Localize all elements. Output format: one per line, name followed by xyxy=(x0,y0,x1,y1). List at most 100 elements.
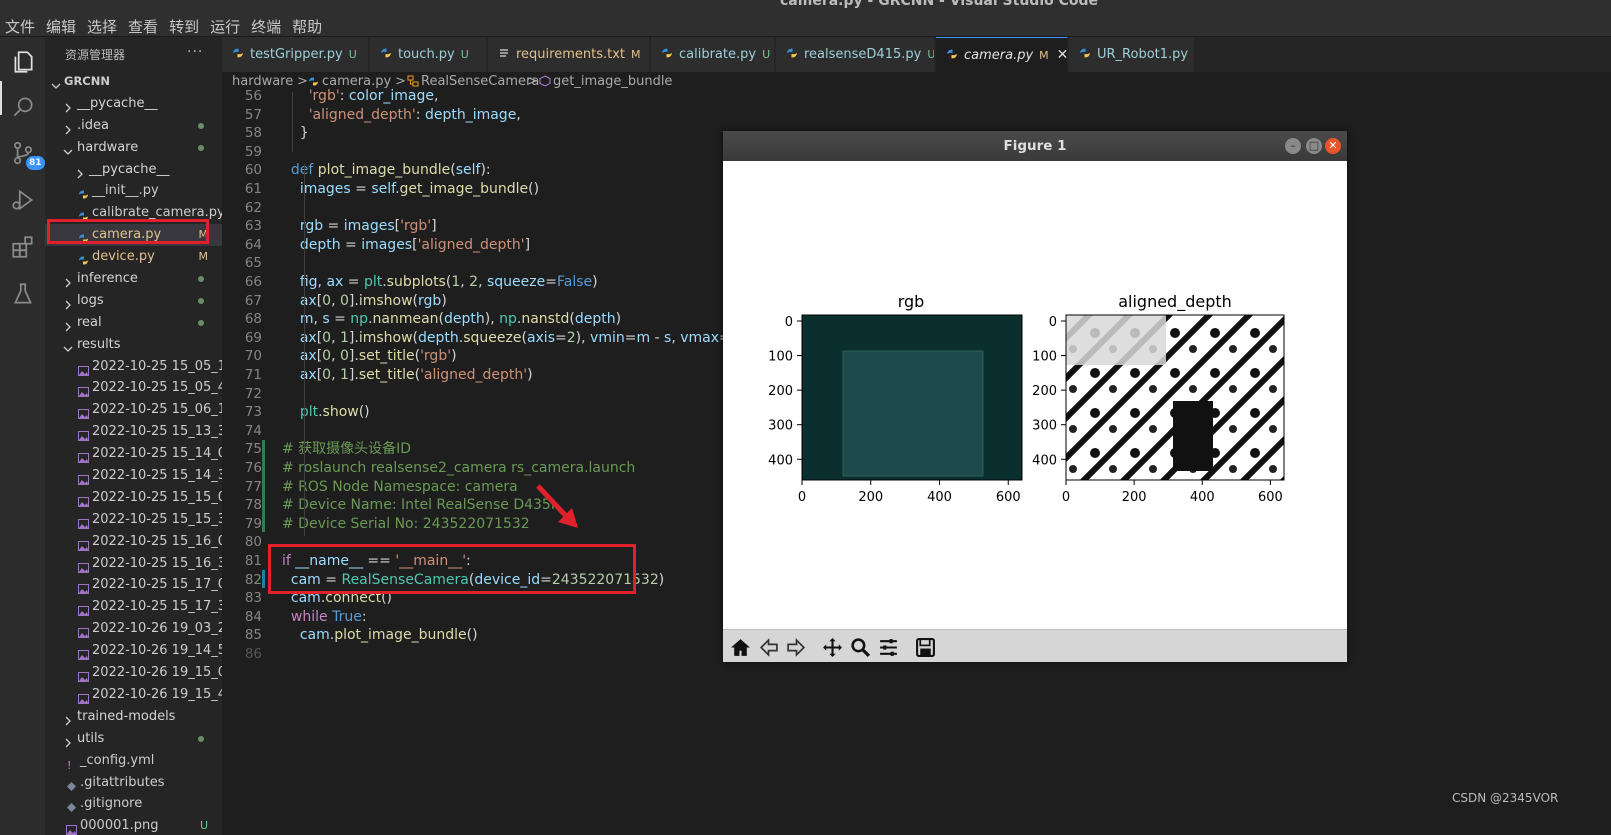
code-token: ax xyxy=(299,292,317,309)
zoom-icon[interactable] xyxy=(848,635,872,659)
tab-calibrate-py[interactable]: calibrate.py U xyxy=(651,37,775,72)
tree-item-results[interactable]: results xyxy=(45,334,222,356)
code-token: rgb xyxy=(418,292,442,309)
pan-icon[interactable] xyxy=(820,635,844,659)
y-tick-label: 200 xyxy=(768,384,793,399)
minimize-button[interactable]: – xyxy=(1285,138,1301,154)
tree-item-2022-10-26-19-15-0-[interactable]: 2022-10-26 19_15_0... xyxy=(45,662,222,684)
tree-item-label: 2022-10-25 15_05_4... xyxy=(92,380,222,396)
image-file-icon xyxy=(78,449,89,464)
menu-item-7[interactable]: 帮助 xyxy=(292,16,322,37)
home-icon[interactable] xyxy=(728,635,752,659)
x-tick-label: 400 xyxy=(1190,490,1215,505)
tree-item-hardware[interactable]: hardware xyxy=(45,137,222,159)
tree-item-device-py[interactable]: device.py M xyxy=(45,246,222,268)
tab-camera-py[interactable]: camera.py M ✕ xyxy=(936,37,1068,72)
tree-item-real[interactable]: real xyxy=(45,312,222,334)
tree-item-2022-10-25-15-14-3-[interactable]: 2022-10-25 15_14_3... xyxy=(45,465,222,487)
line-number: 57 xyxy=(244,106,262,123)
menu-item-5[interactable]: 运行 xyxy=(210,16,240,37)
line-number: 79 xyxy=(244,515,262,532)
back-icon[interactable] xyxy=(756,635,780,659)
figure-title: Figure 1 xyxy=(723,131,1347,161)
git-modified-marker xyxy=(262,570,265,588)
tree-item--gitattributes[interactable]: .gitattributes xyxy=(45,772,222,794)
tree-item-label: 2022-10-25 15_15_0... xyxy=(92,489,222,505)
code-token: ]. xyxy=(348,292,359,309)
line-number: 70 xyxy=(244,348,262,365)
close-icon[interactable]: ✕ xyxy=(1057,47,1067,63)
maximize-button[interactable]: □ xyxy=(1306,138,1322,154)
figure-canvas[interactable]: rgb 0 100 200 300 400 0 200 400 600 aligned_dept… xyxy=(723,161,1347,629)
tree-item--config-yml[interactable]: ! _config.yml xyxy=(45,750,222,772)
tree-item-2022-10-26-19-14-5-[interactable]: 2022-10-26 19_14_5... xyxy=(45,640,222,662)
tab-realsensed415-py[interactable]: realsenseD415.py U xyxy=(776,37,935,72)
tree-item--gitignore[interactable]: .gitignore xyxy=(45,793,222,815)
close-button[interactable]: ✕ xyxy=(1325,138,1341,154)
tree-item-2022-10-25-15-05-4-[interactable]: 2022-10-25 15_05_4... xyxy=(45,377,222,399)
code-token: , xyxy=(331,292,340,309)
extensions-icon[interactable] xyxy=(8,232,37,261)
tab-testgripper-py[interactable]: testGripper.py U xyxy=(222,37,369,72)
menu-item-1[interactable]: 编辑 xyxy=(46,16,76,37)
menu-item-4[interactable]: 转到 xyxy=(169,16,199,37)
y-tick-label: 200 xyxy=(1032,384,1057,399)
code-line: # ROS Node Namespace: camera xyxy=(282,478,518,497)
tree-item--idea[interactable]: .idea xyxy=(45,115,222,137)
source-control-icon[interactable]: 81 xyxy=(8,138,45,170)
tree-item-000001-png[interactable]: 000001.png U xyxy=(45,815,222,835)
code-line: ax[0, 1].set_title('aligned_depth') xyxy=(282,366,533,385)
code-token: 0 xyxy=(322,329,332,346)
menu-item-0[interactable]: 文件 xyxy=(5,16,35,37)
menu-item-2[interactable]: 选择 xyxy=(87,16,117,37)
code-token: depth xyxy=(574,311,616,328)
tree-item-2022-10-25-15-13-3-[interactable]: 2022-10-25 15_13_3... xyxy=(45,421,222,443)
tree-item-logs[interactable]: logs xyxy=(45,290,222,312)
tree-item-2022-10-25-15-17-0-[interactable]: 2022-10-25 15_17_0... xyxy=(45,574,222,596)
chevron-down-icon xyxy=(63,340,73,352)
tree-item-2022-10-25-15-05-1-[interactable]: 2022-10-25 15_05_1... xyxy=(45,356,222,378)
breadcrumb-item[interactable]: RealSenseCamera xyxy=(421,74,539,89)
explorer-root-folder[interactable]: GRCNN xyxy=(45,71,222,93)
vscode-window: 文件 编辑 选择 查看 转到 运行 终端 帮助 camera.py - GRCNN - Vis… xyxy=(0,0,1611,835)
matplotlib-figure-window: Figure 1 – □ ✕ rgb 0 100 200 300 400 0 200 400 6… xyxy=(723,131,1347,662)
y-tick-label: 0 xyxy=(1049,315,1057,330)
tree-item-2022-10-25-15-15-3-[interactable]: 2022-10-25 15_15_3... xyxy=(45,509,222,531)
tree-item-trained-models[interactable]: trained-models xyxy=(45,706,222,728)
configure-icon[interactable] xyxy=(876,635,900,659)
x-tick-label: 200 xyxy=(858,490,883,505)
tree-item-2022-10-25-15-16-3-[interactable]: 2022-10-25 15_16_3... xyxy=(45,553,222,575)
code-token: : xyxy=(415,106,425,123)
tree-item-2022-10-25-15-06-1-[interactable]: 2022-10-25 15_06_1... xyxy=(45,399,222,421)
y-tick-label: 300 xyxy=(768,419,793,434)
tree-item-2022-10-25-15-16-0-[interactable]: 2022-10-25 15_16_0... xyxy=(45,531,222,553)
forward-icon[interactable] xyxy=(784,635,808,659)
menu-item-6[interactable]: 终端 xyxy=(251,16,281,37)
tree-item-inference[interactable]: inference xyxy=(45,268,222,290)
tree-item--init-py[interactable]: __init__.py xyxy=(45,180,222,202)
tree-item--pycache-[interactable]: __pycache__ xyxy=(45,159,222,181)
tree-item-utils[interactable]: utils xyxy=(45,728,222,750)
tab-touch-py[interactable]: touch.py U xyxy=(370,37,487,72)
tree-item-2022-10-26-19-15-4-[interactable]: 2022-10-26 19_15_4... xyxy=(45,684,222,706)
search-icon[interactable] xyxy=(8,92,37,121)
scm-badge: 81 xyxy=(26,156,45,170)
menu-item-3[interactable]: 查看 xyxy=(128,16,158,37)
explorer-icon[interactable] xyxy=(8,47,37,76)
more-actions-button[interactable]: ··· xyxy=(187,44,203,60)
testing-icon[interactable] xyxy=(8,279,37,308)
tree-item-2022-10-25-15-17-3-[interactable]: 2022-10-25 15_17_3... xyxy=(45,596,222,618)
red-arrow-annotation xyxy=(536,484,578,528)
breadcrumb-item[interactable]: get_image_bundle xyxy=(553,74,672,89)
run-debug-icon[interactable] xyxy=(8,185,37,214)
tree-item-2022-10-25-15-15-0-[interactable]: 2022-10-25 15_15_0... xyxy=(45,487,222,509)
tab-ur-robot1-py[interactable]: UR_Robot1.py U xyxy=(1069,37,1195,72)
tree-item--pycache-[interactable]: __pycache__ xyxy=(45,93,222,115)
tab-requirements-txt[interactable]: requirements.txt M xyxy=(488,37,650,72)
save-icon[interactable] xyxy=(913,635,937,659)
tree-item-2022-10-26-19-03-2-[interactable]: 2022-10-26 19_03_2... xyxy=(45,618,222,640)
tree-item-2022-10-25-15-14-0-[interactable]: 2022-10-25 15_14_0... xyxy=(45,443,222,465)
code-line: ax[0, 1].imshow(depth.squeeze(axis=2), v… xyxy=(282,329,789,348)
